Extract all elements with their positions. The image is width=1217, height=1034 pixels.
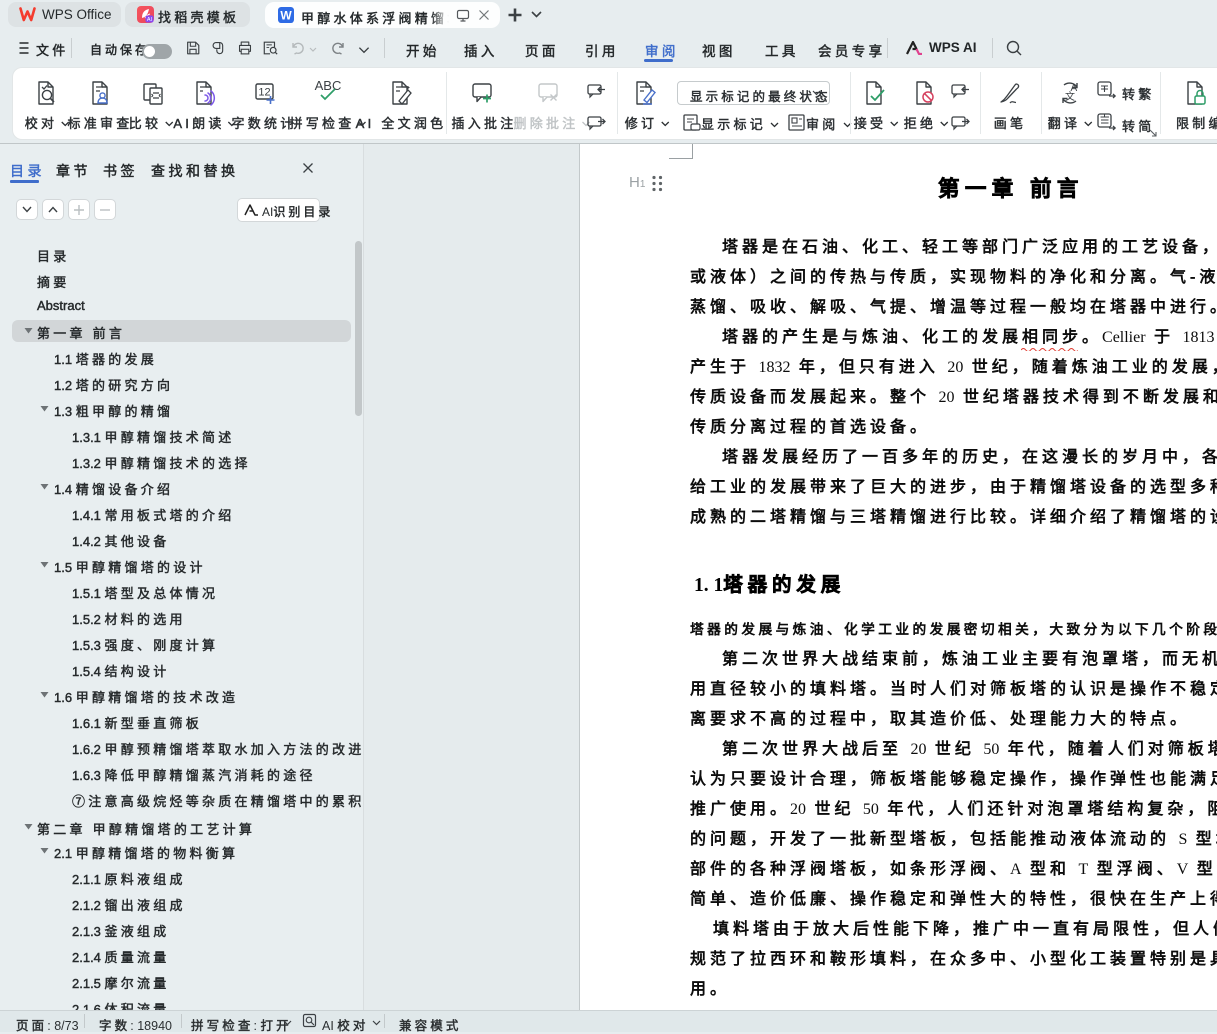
svg-text:ABC: ABC bbox=[315, 78, 342, 93]
svg-text:A: A bbox=[1071, 83, 1078, 94]
svg-text:12: 12 bbox=[258, 87, 270, 99]
svg-text:AI: AI bbox=[147, 17, 153, 23]
svg-text:W: W bbox=[280, 9, 292, 23]
